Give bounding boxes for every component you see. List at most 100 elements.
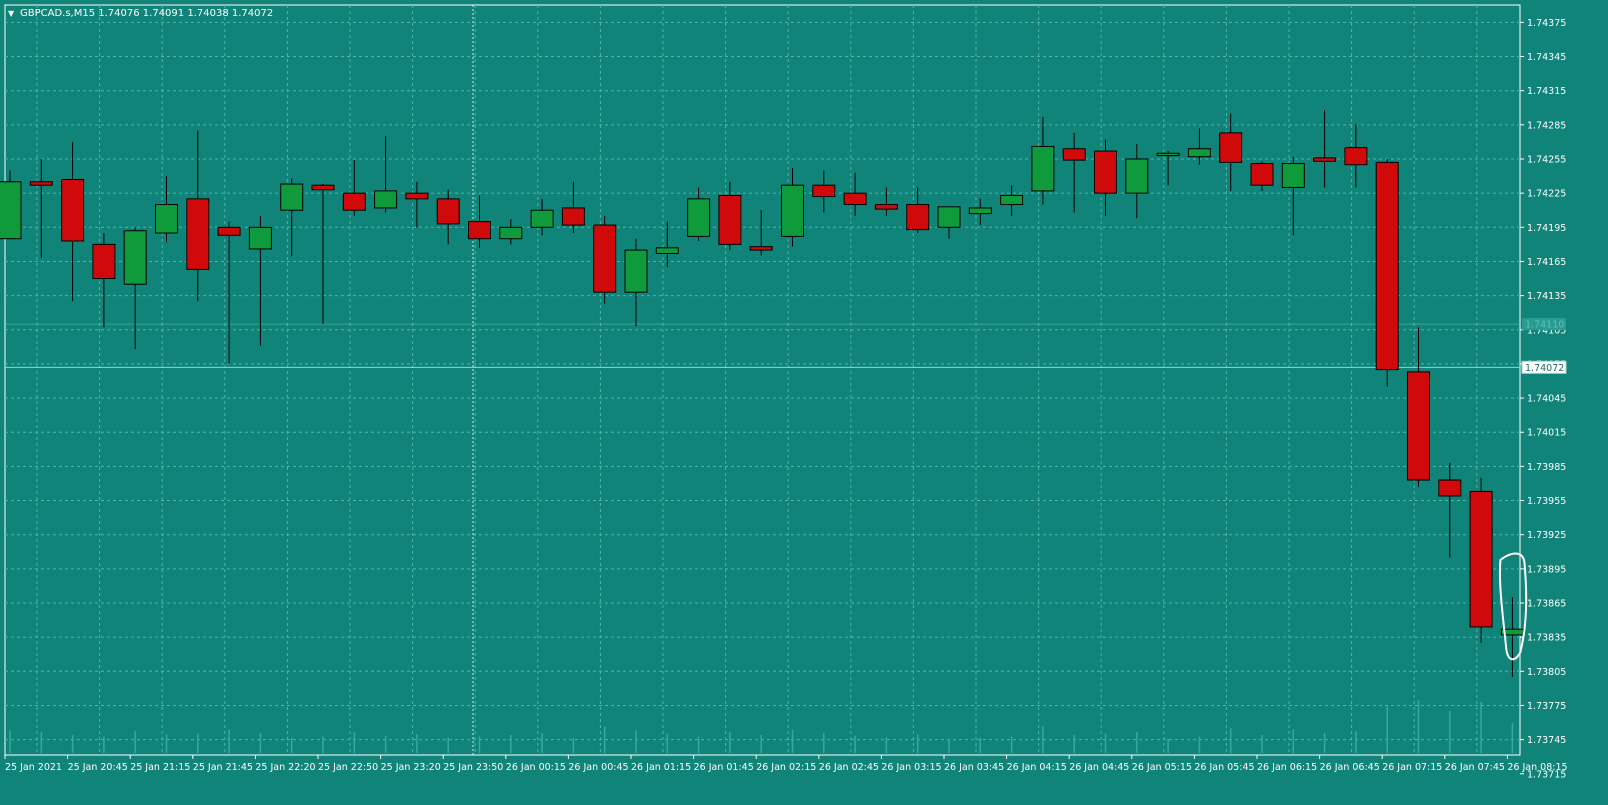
candle[interactable] [781,168,804,247]
candle[interactable] [749,210,773,256]
candle[interactable] [593,215,617,304]
x-tick-label: 26 Jan 06:15 [1257,762,1317,773]
candle-body-bullish [499,226,523,240]
candle[interactable] [1000,185,1024,216]
candle[interactable] [374,136,398,213]
candle-body-bearish [593,224,617,293]
time-axis[interactable]: 25 Jan 2021 25 Jan 20:45 25 Jan 21:15 25 Ja… [4,755,1568,773]
y-tick-label: 1.74135 [1527,291,1566,302]
y-tick-label: 1.73745 [1527,735,1566,746]
x-tick-label: 26 Jan 00:15 [506,762,566,773]
annotation-freehand-loop[interactable] [1498,552,1528,661]
candle[interactable] [1062,132,1086,213]
candle-body-bullish [123,230,147,285]
candle[interactable] [248,215,272,346]
x-tick-label: 26 Jan 05:45 [1194,762,1254,773]
candle[interactable] [687,187,711,241]
candle[interactable] [1313,110,1337,188]
candle[interactable] [1250,161,1274,191]
current-price-label: 1.74072 [1525,363,1564,374]
candle[interactable] [561,181,585,233]
candle[interactable] [1375,159,1399,387]
x-tick-label: 25 Jan 22:50 [318,762,378,773]
candle[interactable] [1281,156,1305,236]
candle[interactable] [29,159,53,259]
candle[interactable] [906,187,930,233]
candle[interactable] [530,198,554,236]
candlestick-chart[interactable]: 1.74375 1.74345 1.74315 1.74285 1.74255 1.742… [0,0,1608,801]
x-tick-label: 25 Jan 23:20 [381,762,441,773]
x-tick-label: 26 Jan 04:15 [1007,762,1067,773]
candle-body-bearish [436,198,460,225]
candle[interactable] [1438,462,1462,558]
candle[interactable] [405,181,429,228]
candle[interactable] [1469,477,1493,643]
candle[interactable] [718,181,742,251]
candle-body-bearish [1250,163,1274,186]
x-tick-label: 26 Jan 03:15 [881,762,941,773]
y-tick-label: 1.73865 [1527,599,1566,610]
x-tick-label: 26 Jan 00:45 [568,762,628,773]
candle[interactable] [937,206,961,239]
candle-body-bullish [0,181,22,240]
candle[interactable] [280,178,304,256]
candle-body-bearish [749,246,773,251]
candle[interactable] [217,221,241,364]
candle[interactable] [311,184,335,325]
x-tick-label: 26 Jan 04:45 [1069,762,1129,773]
symbol-header: GBPCAD.s,M15 1.74076 1.74091 1.74038 1.7… [20,8,273,19]
candle[interactable] [1156,151,1180,186]
candle-body-bearish [342,192,366,211]
candle[interactable] [155,176,178,243]
chart-window[interactable]: 1.74375 1.74345 1.74315 1.74285 1.74255 1.742… [0,0,1608,801]
candle[interactable] [92,233,116,328]
candle[interactable] [812,170,836,213]
candle[interactable] [499,219,523,245]
volume-layer [9,700,1514,753]
y-tick-label: 1.73775 [1527,701,1566,712]
candle-body-bearish [405,192,429,200]
x-tick-label: 25 Jan 20:45 [68,762,128,773]
candle[interactable] [968,198,992,226]
candle[interactable] [436,189,460,245]
price-axis[interactable]: 1.74375 1.74345 1.74315 1.74285 1.74255 1.742… [1520,18,1567,780]
candles-layer[interactable] [0,110,1524,677]
x-tick-label: 25 Jan 2021 [5,762,62,773]
candle-body-bullish [1000,194,1024,206]
candle[interactable] [624,238,648,327]
candle-body-bullish [1156,152,1180,157]
candle[interactable] [1094,139,1117,216]
y-tick-label: 1.74165 [1527,257,1566,268]
candle[interactable] [0,170,22,240]
candle[interactable] [874,187,898,216]
candle[interactable] [1407,327,1430,487]
candle[interactable] [342,160,366,216]
collapse-arrow-icon[interactable]: ▼ [8,9,15,18]
candle[interactable] [1031,116,1055,205]
candle[interactable] [123,227,147,350]
candle[interactable] [61,141,85,302]
candle-body-bearish [1094,150,1117,194]
candle[interactable] [186,130,210,302]
y-tick-label: 1.74345 [1527,52,1566,63]
candle-body-bearish [1375,161,1399,371]
candle-body-bearish [1344,147,1368,166]
candle-body-bearish [843,192,867,206]
x-tick-label: 26 Jan 02:45 [819,762,879,773]
candle-body-bearish [1407,371,1430,481]
y-tick-label: 1.73925 [1527,530,1566,541]
x-tick-label: 25 Jan 22:20 [255,762,315,773]
y-tick-label: 1.74315 [1527,86,1566,97]
candle[interactable] [468,195,491,248]
candle-body-bullish [280,183,304,211]
candle-body-bearish [92,243,116,280]
candle[interactable] [1125,144,1149,219]
candle[interactable] [655,221,679,268]
candle-body-bearish [1219,132,1243,163]
candle[interactable] [843,172,867,216]
x-tick-label: 26 Jan 06:45 [1320,762,1380,773]
candle-body-bearish [718,194,742,245]
candle-body-bearish [561,207,585,226]
candle[interactable] [1344,123,1368,188]
x-tick-label: 26 Jan 02:15 [756,762,816,773]
